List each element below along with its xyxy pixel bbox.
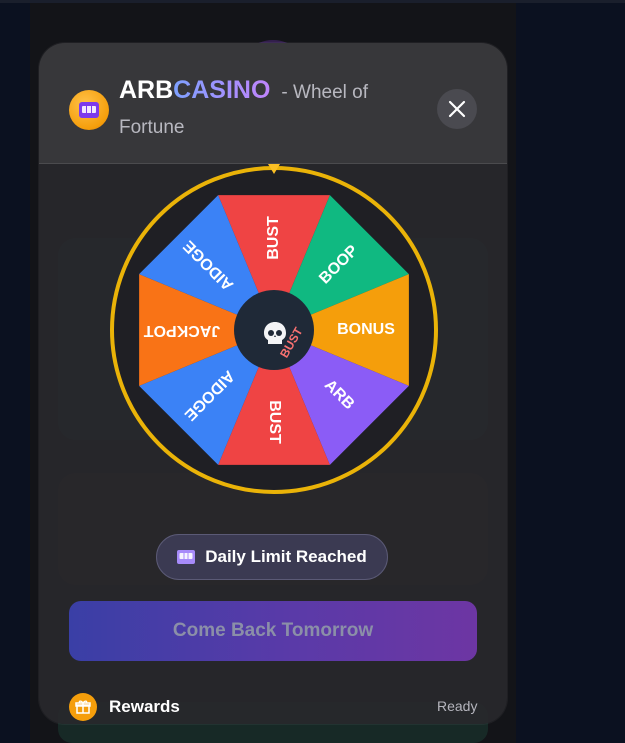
wheel-segment-label: BONUS	[337, 321, 395, 338]
close-button[interactable]	[437, 89, 477, 129]
status-badge: Daily Limit Reached	[156, 534, 388, 580]
rewards-status: Ready	[437, 698, 478, 714]
close-icon	[448, 100, 466, 118]
wheel-segment-label: JACKPOT	[144, 322, 221, 339]
wheel-of-fortune-modal: ARB CASINO - Wheel of Fortune BUST BOOP BO…	[39, 43, 507, 724]
come-back-tomorrow-button[interactable]: Come Back Tomorrow	[69, 601, 477, 661]
rewards-link[interactable]: Rewards	[109, 697, 180, 717]
modal-title: ARB CASINO - Wheel of	[119, 76, 368, 110]
status-label: Daily Limit Reached	[205, 547, 367, 566]
slot-machine-icon	[69, 90, 109, 130]
wheel-segment-label: BUST	[265, 216, 282, 260]
brand-name-part2: CASINO	[173, 76, 271, 104]
cta-label: Come Back Tomorrow	[172, 620, 374, 641]
wheel-segment-label: BUST	[266, 400, 283, 444]
wheel-pointer-icon	[268, 164, 280, 174]
fortune-wheel[interactable]: BUST BOOP BONUS ARB BUST AIDOGE JACKPOT AIDOGE B…	[107, 163, 441, 497]
slot-machine-icon	[177, 550, 196, 564]
wheel-graphic: BUSTBOOPBONUSARBBUSTAIDOGEJACKPOTAIDOGEB…	[110, 166, 438, 494]
modal-subtitle-continued: Fortune	[119, 117, 185, 138]
modal-subtitle: - Wheel of	[281, 82, 368, 103]
gift-icon	[69, 693, 97, 721]
brand-name-part1: ARB	[119, 76, 174, 104]
modal-header: ARB CASINO - Wheel of Fortune	[39, 43, 507, 164]
